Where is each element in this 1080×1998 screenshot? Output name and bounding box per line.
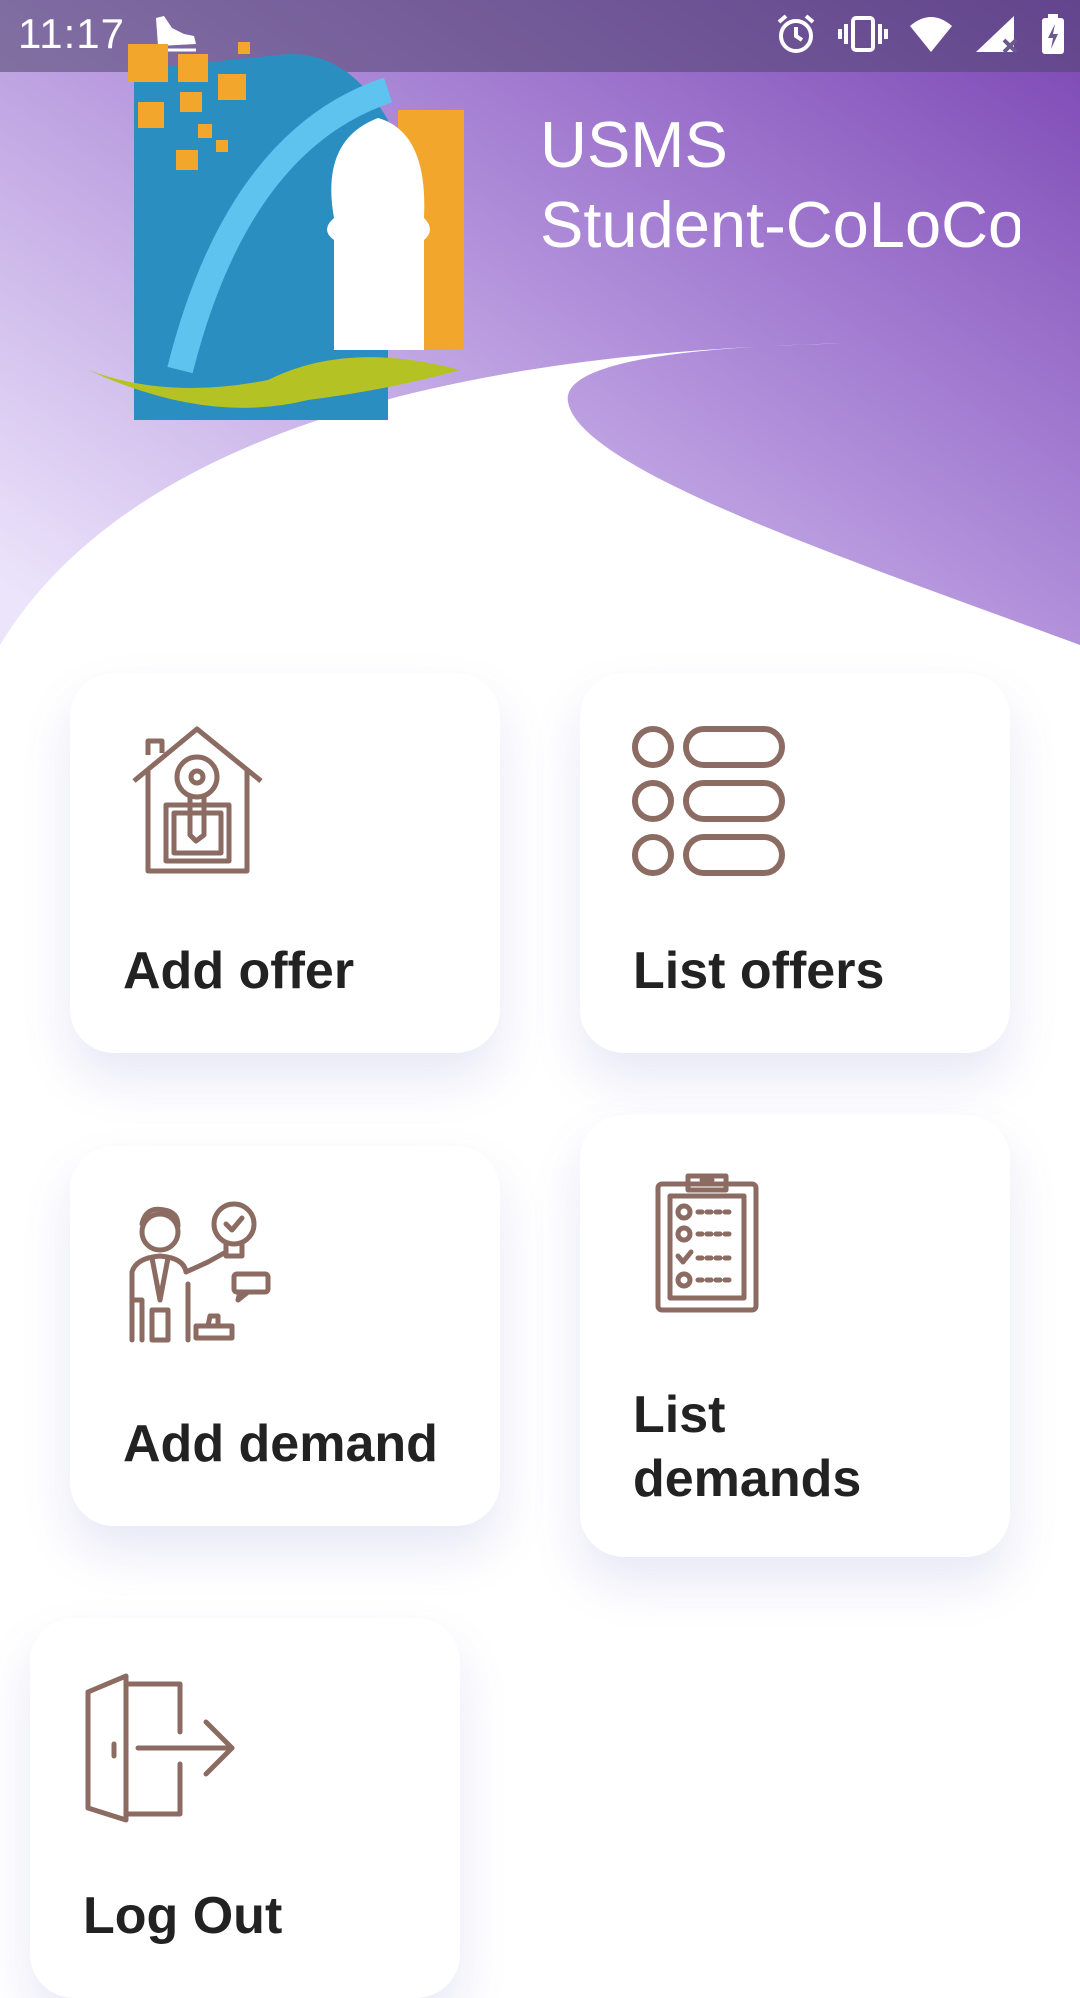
log-out-card[interactable]: Log Out	[30, 1618, 460, 1998]
add-offer-label: Add offer	[123, 942, 355, 1000]
list-offers-label: List offers	[633, 942, 885, 1000]
add-offer-card[interactable]: Add offer	[70, 673, 500, 1053]
person-idea-icon	[129, 1201, 271, 1343]
list-offers-card[interactable]: List offers	[580, 673, 1010, 1053]
house-key-icon	[132, 726, 263, 874]
signal-icon	[976, 16, 1018, 54]
add-demand-card[interactable]: Add demand	[70, 1146, 500, 1526]
log-out-label: Log Out	[83, 1887, 283, 1945]
vibrate-icon	[838, 16, 888, 52]
add-demand-label: Add demand	[123, 1415, 438, 1473]
list-demands-card[interactable]: List demands	[580, 1115, 1010, 1557]
clipboard-checklist-icon	[655, 1173, 759, 1313]
battery-icon	[1042, 14, 1064, 54]
app-title: USMS Student-CoLoCo	[540, 105, 1020, 265]
list-demands-label-text: List demands	[633, 1386, 862, 1508]
logout-door-icon	[85, 1673, 235, 1823]
list-demands-label: List demands	[633, 1383, 861, 1511]
list-icon	[632, 726, 785, 876]
app-title-line-2: Student-CoLoCo	[540, 188, 1020, 261]
wifi-icon	[910, 17, 952, 52]
alarm-icon	[777, 14, 815, 53]
usms-logo	[88, 42, 464, 420]
app-title-line-1: USMS	[540, 108, 728, 181]
